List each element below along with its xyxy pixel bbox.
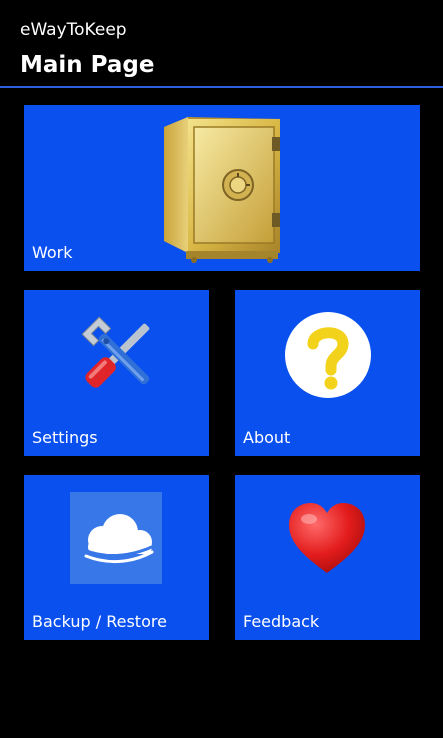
app-title: eWayToKeep [20,20,127,40]
heart-icon [287,501,367,577]
question-mark-icon [283,310,373,400]
feedback-tile-label: Feedback [243,612,320,631]
cloud-icon [70,492,162,584]
backup-restore-tile-label: Backup / Restore [32,612,167,631]
feedback-tile[interactable]: Feedback [235,475,420,640]
about-tile-label: About [243,428,291,447]
header-divider [0,86,443,88]
page-title: Main Page [20,52,155,78]
safe-icon [160,113,284,263]
work-tile[interactable]: Work [24,105,420,271]
work-tile-label: Work [32,243,73,262]
settings-tile[interactable]: Settings [24,290,209,456]
wrench-screwdriver-icon [74,310,164,398]
backup-restore-tile[interactable]: Backup / Restore [24,475,209,640]
about-tile[interactable]: About [235,290,420,456]
settings-tile-label: Settings [32,428,98,447]
